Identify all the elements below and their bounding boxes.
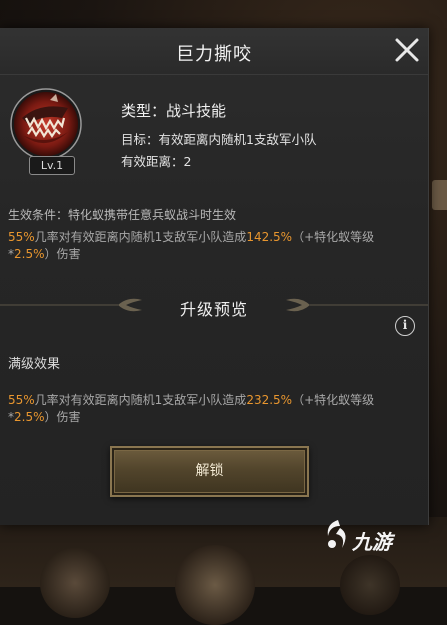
upgrade-preview-title: 升级预览	[179, 300, 248, 319]
bottom-unit-avatar[interactable]	[175, 545, 255, 625]
effect-text: ）伤害	[44, 247, 81, 261]
max-effect-scaling-value: 2.5%	[14, 410, 45, 424]
background-ui-edge	[432, 180, 447, 210]
max-effect-chance: 55%	[8, 393, 35, 407]
skill-type: 类型：战斗技能	[121, 102, 227, 120]
max-effect-text: 几率对有效距离内随机1支敌军小队造成	[34, 393, 247, 407]
skill-detail-dialog: 巨力撕咬 Lv.1 类型：战斗技能 目标：有效距离内随机1支敌军小队 有效距离：…	[0, 28, 429, 525]
creature-mouth-icon	[10, 88, 82, 160]
max-level-effect-description: 55%几率对有效距离内随机1支敌军小队造成232.5%（+特化蚁等级*2.5%）…	[8, 392, 413, 426]
info-icon[interactable]: i	[395, 316, 415, 336]
close-icon[interactable]	[394, 37, 420, 63]
unlock-button[interactable]: 解锁	[110, 446, 309, 497]
dialog-title: 巨力撕咬	[176, 44, 252, 65]
skill-range: 有效距离：2	[121, 154, 192, 169]
watermark-text: 九游	[352, 530, 392, 554]
effect-description: 55%几率对有效距离内随机1支敌军小队造成142.5%（+特化蚁等级*2.5%）…	[8, 229, 413, 263]
skill-level-badge: Lv.1	[29, 156, 75, 175]
effect-chance: 55%	[8, 230, 35, 244]
max-level-effect-title: 满级效果	[8, 357, 61, 372]
effect-condition: 生效条件：特化蚁携带任意兵蚁战斗时生效	[8, 208, 237, 222]
bottom-unit-avatar[interactable]	[340, 555, 400, 615]
effect-scaling-value: 2.5%	[14, 247, 45, 261]
skill-target: 目标：有效距离内随机1支敌军小队	[121, 132, 317, 147]
max-effect-text: ）伤害	[44, 410, 81, 424]
effect-damage-value: 142.5%	[246, 230, 293, 244]
effect-text: 几率对有效距离内随机1支敌军小队造成	[34, 230, 247, 244]
max-effect-damage-value: 232.5%	[246, 393, 293, 407]
upgrade-preview-divider: 升级预览	[0, 290, 428, 320]
dialog-header: 巨力撕咬	[0, 28, 428, 75]
bottom-unit-avatar[interactable]	[40, 548, 110, 618]
